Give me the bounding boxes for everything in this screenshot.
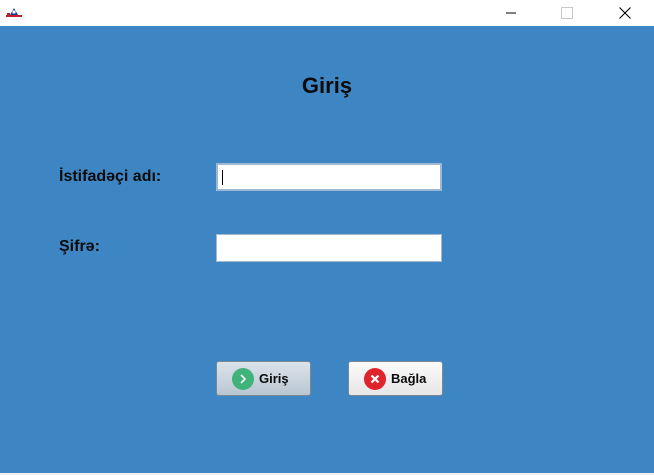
- login-button-label: Giriş: [259, 371, 289, 386]
- login-panel: Giriş İstifadəçi adı: Şifrə: Giriş Bağla: [0, 26, 654, 473]
- close-button-label: Bağla: [391, 371, 427, 386]
- minimize-icon: [506, 12, 516, 14]
- app-logo-icon: [6, 8, 22, 17]
- maximize-icon: [561, 7, 573, 19]
- close-button[interactable]: Bağla: [348, 361, 443, 396]
- password-label: Şifrə:: [59, 238, 100, 255]
- username-input[interactable]: [216, 163, 442, 191]
- close-window-button[interactable]: [602, 0, 648, 26]
- chevron-right-icon: [232, 367, 254, 390]
- login-button[interactable]: Giriş: [216, 361, 311, 396]
- minimize-button[interactable]: [488, 0, 534, 26]
- close-icon: [619, 7, 631, 19]
- username-label: İstifadəçi adı:: [59, 168, 162, 185]
- title-bar: [0, 0, 654, 26]
- maximize-button[interactable]: [544, 0, 590, 26]
- x-circle-icon: [364, 367, 386, 390]
- text-caret: [222, 170, 223, 185]
- page-title: Giriş: [301, 73, 353, 98]
- password-input[interactable]: [216, 234, 442, 262]
